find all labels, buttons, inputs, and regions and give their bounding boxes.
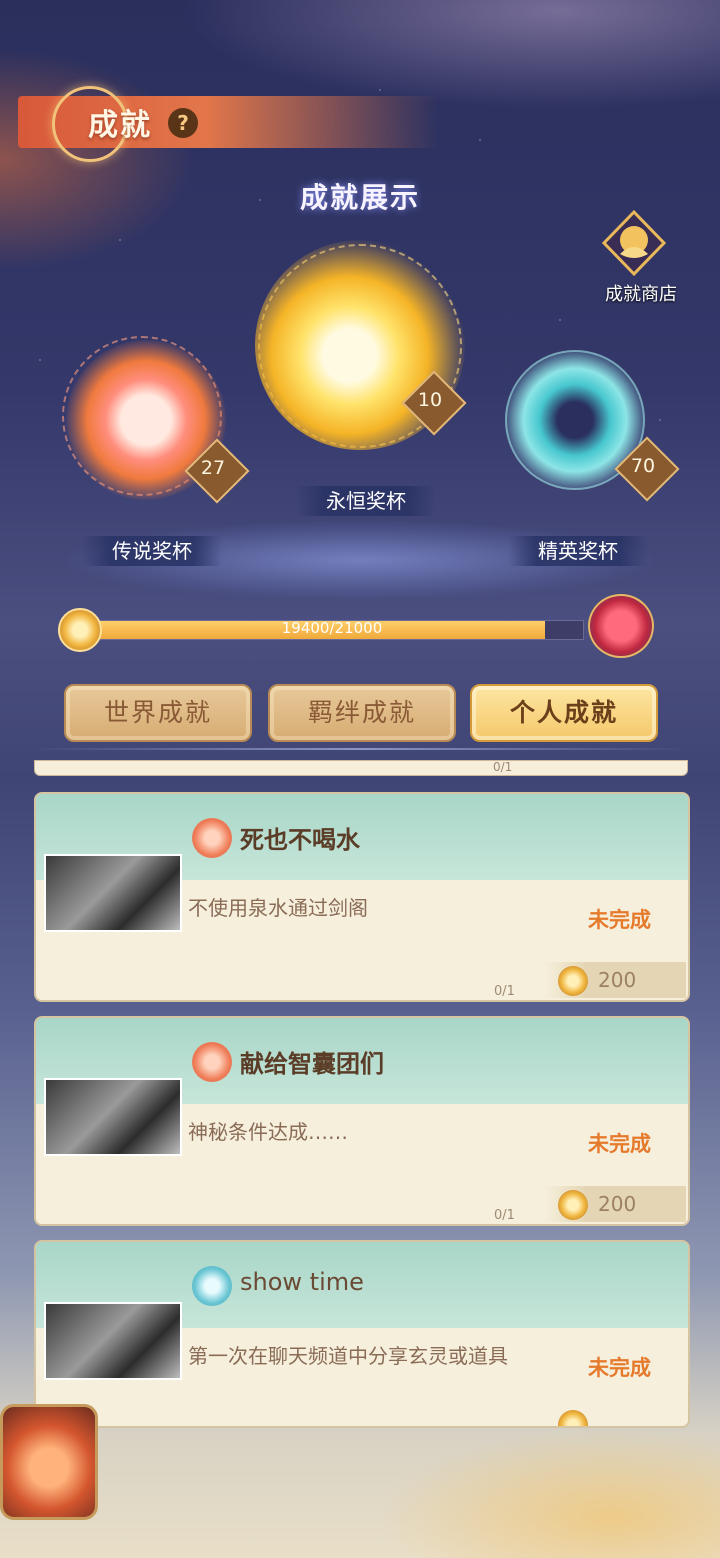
achievement-thumbnail <box>44 1302 182 1380</box>
legend-trophy-label: 传说奖杯 <box>82 536 222 566</box>
achievement-status: 未完成 <box>588 908 651 932</box>
achievement-status: 未完成 <box>588 1356 651 1380</box>
achievement-description: 第一次在聊天频道中分享玄灵或道具 <box>188 1344 508 1368</box>
achievement-thumbnail <box>44 854 182 932</box>
red-phoenix-icon <box>192 1042 232 1082</box>
tabs-divider <box>30 748 690 750</box>
achievement-description: 不使用泉水通过剑阁 <box>188 896 368 920</box>
achievement-description: 神秘条件达成…… <box>188 1120 348 1144</box>
achievement-title: 死也不喝水 <box>240 826 360 854</box>
lantern-shortcut-icon[interactable] <box>0 1404 98 1520</box>
lotus-dragon-icon[interactable] <box>602 210 666 276</box>
eternal-trophy-label: 永恒奖杯 <box>296 486 436 516</box>
tab-personal-achievements[interactable]: 个人成就 <box>470 684 658 742</box>
achievement-title: show time <box>240 1268 364 1296</box>
previous-card-edge: 0/1 <box>34 760 688 776</box>
phoenix-tail-decoration <box>0 40 210 280</box>
golden-cloud-decoration <box>360 1420 720 1558</box>
elite-trophy-label: 精英奖杯 <box>508 536 648 566</box>
treasure-chest-icon[interactable] <box>588 594 654 658</box>
achievement-progress: 0/1 <box>494 984 515 999</box>
tree-foliage <box>180 0 720 110</box>
eternal-count: 10 <box>417 389 443 411</box>
progress-text: 19400/21000 <box>281 619 383 637</box>
tab-world-achievements[interactable]: 世界成就 <box>64 684 252 742</box>
achievement-progress: 0/1 <box>494 1208 515 1223</box>
achievement-card[interactable]: show time 第一次在聊天频道中分享玄灵或道具 未完成 <box>34 1240 690 1428</box>
gold-coin-icon <box>558 1190 588 1220</box>
tab-bond-achievements[interactable]: 羁绊成就 <box>268 684 456 742</box>
achievement-card[interactable]: 死也不喝水 不使用泉水通过剑阁 未完成 200 0/1 <box>34 792 690 1002</box>
gold-coin-icon <box>58 608 102 652</box>
achievement-status: 未完成 <box>588 1132 651 1156</box>
red-phoenix-icon <box>192 818 232 858</box>
elite-count: 70 <box>630 455 656 477</box>
gold-coin-icon <box>558 966 588 996</box>
help-button[interactable]: ? <box>168 108 198 138</box>
achievement-title: 献给智囊团们 <box>240 1050 384 1078</box>
previous-card-progress: 0/1 <box>493 760 513 774</box>
achievement-card[interactable]: 献给智囊团们 神秘条件达成…… 未完成 200 0/1 <box>34 1016 690 1226</box>
page-title: 成就 <box>88 108 152 143</box>
reward-value: 200 <box>598 968 637 992</box>
achievement-shop-button[interactable]: 成就商店 <box>586 280 696 306</box>
legend-count: 27 <box>200 457 226 479</box>
reward-value: 200 <box>598 1192 637 1216</box>
teal-fish-icon <box>192 1266 232 1306</box>
achievement-thumbnail <box>44 1078 182 1156</box>
